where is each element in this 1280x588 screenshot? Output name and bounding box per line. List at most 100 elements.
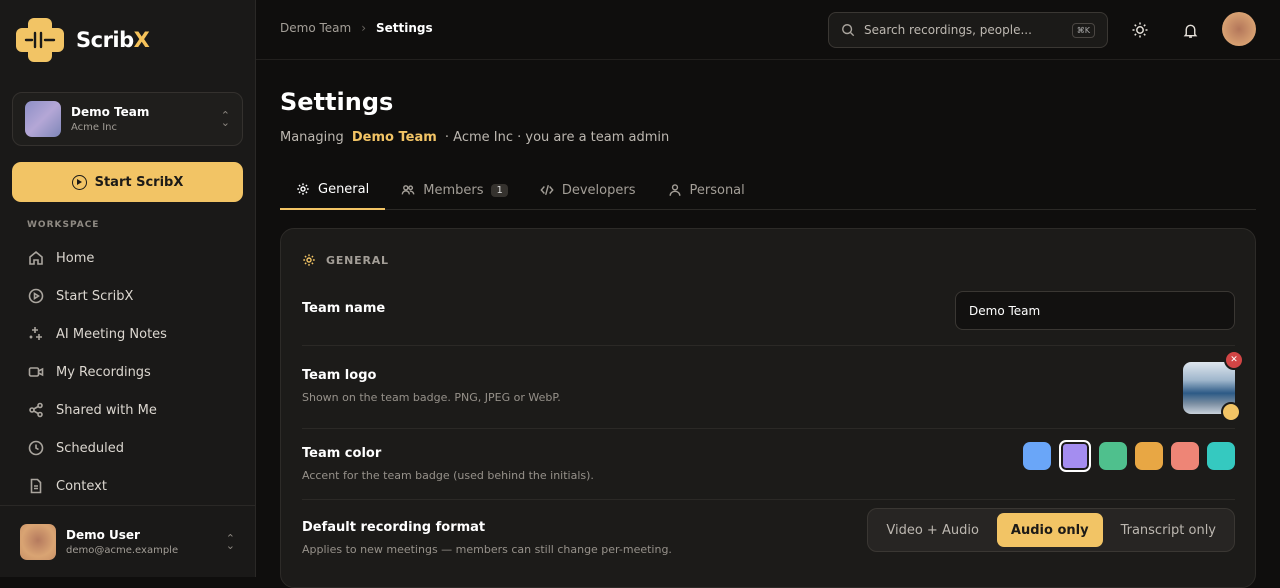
team-color-picker [1023, 440, 1235, 472]
user-icon [668, 184, 681, 196]
team-color-row: Team color Accent for the team badge (us… [302, 440, 1235, 482]
sidebar-item-scheduled[interactable]: Scheduled [16, 429, 242, 467]
sidebar-item-label: Shared with Me [56, 402, 157, 418]
team-name-row: Team name [302, 291, 1235, 330]
settings-tabs: General Members 1 Developers Personal [280, 170, 1256, 210]
general-settings-card: GENERAL Team name Team logo Shown on the… [280, 228, 1256, 588]
team-avatar [25, 101, 61, 137]
theme-toggle-button[interactable] [1128, 18, 1152, 42]
sidebar-item-label: Scheduled [56, 440, 124, 456]
video-icon [28, 367, 44, 377]
scribx-logo-icon [16, 18, 64, 62]
color-swatch-blue[interactable] [1023, 442, 1051, 470]
format-transcript-only-option[interactable]: Transcript only [1107, 513, 1230, 547]
workspace-section-label: WORKSPACE [27, 220, 100, 230]
close-icon: ✕ [1230, 355, 1238, 365]
page-subtitle: Managing Demo Team · Acme Inc · you are … [280, 130, 669, 145]
users-icon [401, 185, 415, 195]
start-scribx-button[interactable]: Start ScribX [12, 162, 243, 202]
app-logo[interactable]: ScribX [16, 18, 150, 62]
sidebar-item-context[interactable]: Context [16, 467, 242, 505]
format-audio-only-option[interactable]: Audio only [996, 513, 1103, 547]
recording-format-row: Default recording format Applies to new … [302, 508, 1235, 556]
subtitle-suffix: · Acme Inc · you are a team admin [444, 130, 670, 145]
app-name-accent: X [133, 28, 150, 52]
team-logo-description: Shown on the team badge. PNG, JPEG or We… [302, 391, 561, 404]
search-input[interactable] [864, 23, 1063, 37]
subtitle-team-name: Demo Team [351, 130, 437, 145]
user-menu[interactable]: Demo User demo@acme.example ⌃ ⌄ [0, 505, 255, 577]
sparkles-icon [29, 327, 42, 340]
color-swatch-orange[interactable] [1135, 442, 1163, 470]
tab-general[interactable]: General [280, 170, 386, 210]
search-shortcut: ⌘K [1071, 22, 1095, 38]
tab-developers[interactable]: Developers [524, 170, 652, 210]
avatar[interactable] [1222, 12, 1256, 46]
search-box[interactable]: ⌘K [828, 12, 1108, 48]
breadcrumb-current: Settings [376, 21, 433, 35]
color-swatch-purple[interactable] [1059, 440, 1091, 472]
team-logo-label: Team logo [302, 368, 377, 383]
tab-label: General [318, 181, 370, 197]
sidebar-item-ai-meeting-notes[interactable]: AI Meeting Notes [16, 315, 242, 353]
divider [302, 499, 1235, 500]
format-video-audio-option[interactable]: Video + Audio [872, 513, 993, 547]
team-name-input[interactable] [955, 291, 1235, 330]
color-swatch-teal[interactable] [1207, 442, 1235, 470]
tab-members[interactable]: Members 1 [385, 170, 524, 210]
play-circle-icon [28, 288, 44, 304]
team-switcher-name: Demo Team [71, 105, 150, 119]
sidebar-item-label: Home [56, 250, 95, 266]
code-icon [540, 185, 554, 195]
subtitle-prefix: Managing [280, 130, 344, 145]
user-name: Demo User [66, 527, 140, 542]
tab-personal[interactable]: Personal [652, 170, 761, 210]
page-title: Settings [280, 88, 394, 116]
gear-icon [297, 183, 309, 195]
color-swatch-salmon[interactable] [1171, 442, 1199, 470]
sidebar-item-home[interactable]: Home [16, 239, 242, 277]
sidebar-item-shared-with-me[interactable]: Shared with Me [16, 391, 242, 429]
section-title: GENERAL [326, 253, 389, 267]
remove-logo-button[interactable]: ✕ [1224, 350, 1244, 370]
tab-label: Members [423, 182, 484, 198]
change-logo-button[interactable] [1221, 402, 1241, 422]
clock-icon [28, 440, 44, 456]
team-switcher-org: Acme Inc [71, 122, 118, 133]
bell-icon [1183, 24, 1197, 38]
share-icon [29, 402, 43, 418]
sidebar-item-label: Context [56, 478, 107, 494]
divider [302, 428, 1235, 429]
app-name: ScribX [76, 28, 150, 52]
divider [302, 345, 1235, 346]
team-logo-image[interactable]: ✕ [1183, 350, 1244, 422]
avatar [20, 523, 56, 560]
sidebar-item-start-scribx[interactable]: Start ScribX [16, 277, 242, 315]
sidebar-nav: Home Start ScribX AI Meeting Notes My Re… [16, 239, 242, 505]
sidebar-item-label: AI Meeting Notes [56, 326, 167, 342]
sidebar: ScribX Demo Team Acme Inc ⌃ ⌄ Start Scrib… [0, 0, 256, 577]
sidebar-item-my-recordings[interactable]: My Recordings [16, 353, 242, 391]
members-count-badge: 1 [491, 183, 508, 197]
color-swatch-green[interactable] [1099, 442, 1127, 470]
tab-label: Developers [561, 182, 636, 198]
app-name-main: Scrib [76, 28, 134, 52]
play-circle-icon [71, 174, 87, 190]
breadcrumb-parent[interactable]: Demo Team [280, 21, 351, 35]
tab-label: Personal [689, 182, 745, 198]
topbar: Demo Team › Settings ⌘K [256, 0, 1280, 60]
chevron-right-icon: › [361, 21, 366, 35]
chevron-updown-icon: ⌃ ⌄ [225, 531, 235, 552]
home-icon [29, 250, 43, 265]
notifications-button[interactable] [1178, 18, 1202, 42]
sidebar-item-label: My Recordings [56, 364, 151, 380]
search-icon [842, 24, 855, 37]
gear-icon [303, 254, 315, 266]
section-header: GENERAL [302, 253, 389, 267]
sun-icon [1132, 22, 1148, 38]
document-icon [30, 478, 42, 494]
chevron-updown-icon: ⌃ ⌄ [220, 109, 230, 129]
team-switcher[interactable]: Demo Team Acme Inc ⌃ ⌄ [12, 92, 243, 146]
recording-format-selector: Video + Audio Audio only Transcript only [867, 508, 1235, 552]
team-logo-row: Team logo Shown on the team badge. PNG, … [302, 350, 1244, 422]
